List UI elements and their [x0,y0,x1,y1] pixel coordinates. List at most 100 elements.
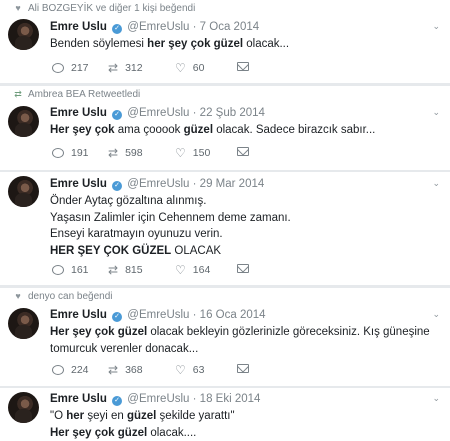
tweet-header: Emre Uslu ✓ @EmreUslu · 16 Oca 2014 [50,309,266,322]
text-segment: tomurcuk verenler donacak... [50,342,199,355]
highlighted-text: her şey çok güzel [147,38,244,50]
author-handle[interactable]: @EmreUslu [127,178,189,190]
tweet-text-line: HER ŞEY ÇOK GÜZEL OLACAK [50,243,440,260]
social-context: ♥ denyo can beğendi [15,291,113,302]
verified-badge-icon: ✓ [112,312,123,322]
verified-badge-icon: ✓ [112,110,123,120]
tweet-date[interactable]: · 22 Şub 2014 [193,107,265,119]
tweet-card[interactable]: Emre Uslu ✓ @EmreUslu · 18 Eki 2014 ⌄ "O… [0,388,450,441]
dm-button[interactable] [237,264,249,273]
tweet-header: Emre Uslu ✓ @EmreUslu · 18 Eki 2014 [50,393,260,406]
retweet-count: 312 [125,62,143,74]
tweet-text-line: Her şey çok güzel olacak bekleyin gözler… [50,324,440,341]
author-handle[interactable]: @EmreUslu [127,107,189,119]
text-segment: ama çooook [114,124,184,136]
retweet-icon: ⇄ [108,363,119,377]
text-segment: olacak... [243,38,290,50]
like-button[interactable]: ♡ 63 [175,364,204,376]
heart-icon: ♡ [175,146,186,160]
avatar[interactable] [8,19,39,50]
like-button[interactable]: ♡ 60 [175,62,204,74]
tweet-date[interactable]: · 18 Eki 2014 [193,393,261,405]
reply-button[interactable]: 224 [52,364,89,376]
reply-icon [52,365,64,375]
heart-icon: ♥ [15,291,21,301]
text-segment: Yaşasın Zalimler için Cehennem deme zama… [50,211,291,224]
author-name[interactable]: Emre Uslu [50,309,107,321]
like-button[interactable]: ♡ 164 [175,264,210,276]
social-context: ⇄ Ambrea BEA Retweetledi [14,89,140,100]
author-name[interactable]: Emre Uslu [50,393,107,405]
reply-button[interactable]: 161 [52,264,89,276]
retweet-button[interactable]: ⇄ 815 [108,264,143,276]
envelope-icon [237,62,249,71]
retweet-button[interactable]: ⇄ 368 [108,364,143,376]
tweet-card[interactable]: ♥ Ali BOZGEYİK ve diğer 1 kişi beğendi Em… [0,0,450,83]
dm-button[interactable] [237,147,249,156]
tweet-date[interactable]: · 29 Mar 2014 [193,178,265,190]
tweet-card[interactable]: Emre Uslu ✓ @EmreUslu · 29 Mar 2014 ⌄ Ön… [0,172,450,285]
retweet-button[interactable]: ⇄ 312 [108,62,143,74]
highlighted-text: güzel [126,410,157,422]
author-handle[interactable]: @EmreUslu [127,393,189,405]
text-segment: şekilde yarattı" [156,410,235,422]
tweet-text: "O her şeyi en güzel şekilde yarattı" Her… [50,408,440,441]
avatar[interactable] [8,106,39,137]
tweet-text: Her şey çok ama çooook güzel olacak. Sad… [50,122,440,139]
avatar[interactable] [8,176,39,207]
like-button[interactable]: ♡ 150 [175,147,210,159]
author-handle[interactable]: @EmreUslu [127,309,189,321]
heart-icon: ♡ [175,363,186,377]
retweet-icon: ⇄ [14,89,22,99]
chevron-down-icon[interactable]: ⌄ [432,393,440,404]
text-segment: Enseyi karatmayın oyunuzu verin. [50,228,223,240]
envelope-icon [237,147,249,156]
author-name[interactable]: Emre Uslu [50,107,107,119]
avatar[interactable] [8,392,39,423]
retweet-button[interactable]: ⇄ 598 [108,147,143,159]
tweet-text-line: Enseyi karatmayın oyunuzu verin. [50,226,440,243]
like-count: 63 [192,364,205,376]
reply-count: 161 [71,264,89,276]
author-handle[interactable]: @EmreUslu [127,21,189,33]
tweet-date[interactable]: · 7 Oca 2014 [193,21,259,33]
author-name[interactable]: Emre Uslu [50,178,107,190]
tweet-date[interactable]: · 16 Oca 2014 [193,309,266,321]
chevron-down-icon[interactable]: ⌄ [432,21,440,32]
context-text: denyo can beğendi [28,291,113,302]
avatar[interactable] [8,308,39,339]
dm-button[interactable] [237,62,249,71]
tweet-feed: ♥ Ali BOZGEYİK ve diğer 1 kişi beğendi Em… [0,0,450,441]
text-segment: olacak. Sadece birazcık sabır... [213,124,376,136]
reply-button[interactable]: 217 [52,62,89,74]
verified-badge-icon: ✓ [112,181,123,191]
chevron-down-icon[interactable]: ⌄ [432,309,440,320]
retweet-icon: ⇄ [108,263,119,277]
tweet-text-line: tomurcuk verenler donacak... [50,341,440,358]
tweet-card[interactable]: ♥ denyo can beğendi Emre Uslu ✓ @EmreUslu… [0,288,450,386]
context-text: Ali BOZGEYİK ve diğer 1 kişi beğendi [28,3,196,14]
retweet-icon: ⇄ [108,146,119,160]
tweet-text-line: "O her şeyi en güzel şekilde yarattı" [50,408,440,425]
author-name[interactable]: Emre Uslu [50,21,107,33]
verified-badge-icon: ✓ [112,24,123,34]
text-segment: olacak bekleyin gözlerinizle göreceksini… [147,326,430,338]
tweet-text-line: Her şey çok güzel olacak.... [50,425,440,441]
dm-button[interactable] [237,364,249,373]
chevron-down-icon[interactable]: ⌄ [432,107,440,118]
highlighted-text: Her şey çok [50,124,115,136]
tweet-header: Emre Uslu ✓ @EmreUslu · 29 Mar 2014 [50,178,264,191]
retweet-icon: ⇄ [108,61,119,75]
text-segment: OLACAK [171,244,222,257]
retweet-count: 815 [125,264,143,276]
reply-button[interactable]: 191 [52,147,89,159]
tweet-text: Önder Aytaç gözaltına alınmış. Yaşasın Za… [50,193,440,259]
tweet-header: Emre Uslu ✓ @EmreUslu · 7 Oca 2014 [50,21,259,34]
text-segment: Önder Aytaç gözaltına alınmış. [50,195,207,207]
tweet-text-line: Her şey çok ama çooook güzel olacak. Sad… [50,122,440,139]
tweet-text-line: Yaşasın Zalimler için Cehennem deme zama… [50,210,440,227]
chevron-down-icon[interactable]: ⌄ [432,178,440,189]
tweet-text-line: Önder Aytaç gözaltına alınmış. [50,193,440,210]
envelope-icon [237,364,249,373]
tweet-card[interactable]: ⇄ Ambrea BEA Retweetledi Emre Uslu ✓ @Emr… [0,86,450,170]
